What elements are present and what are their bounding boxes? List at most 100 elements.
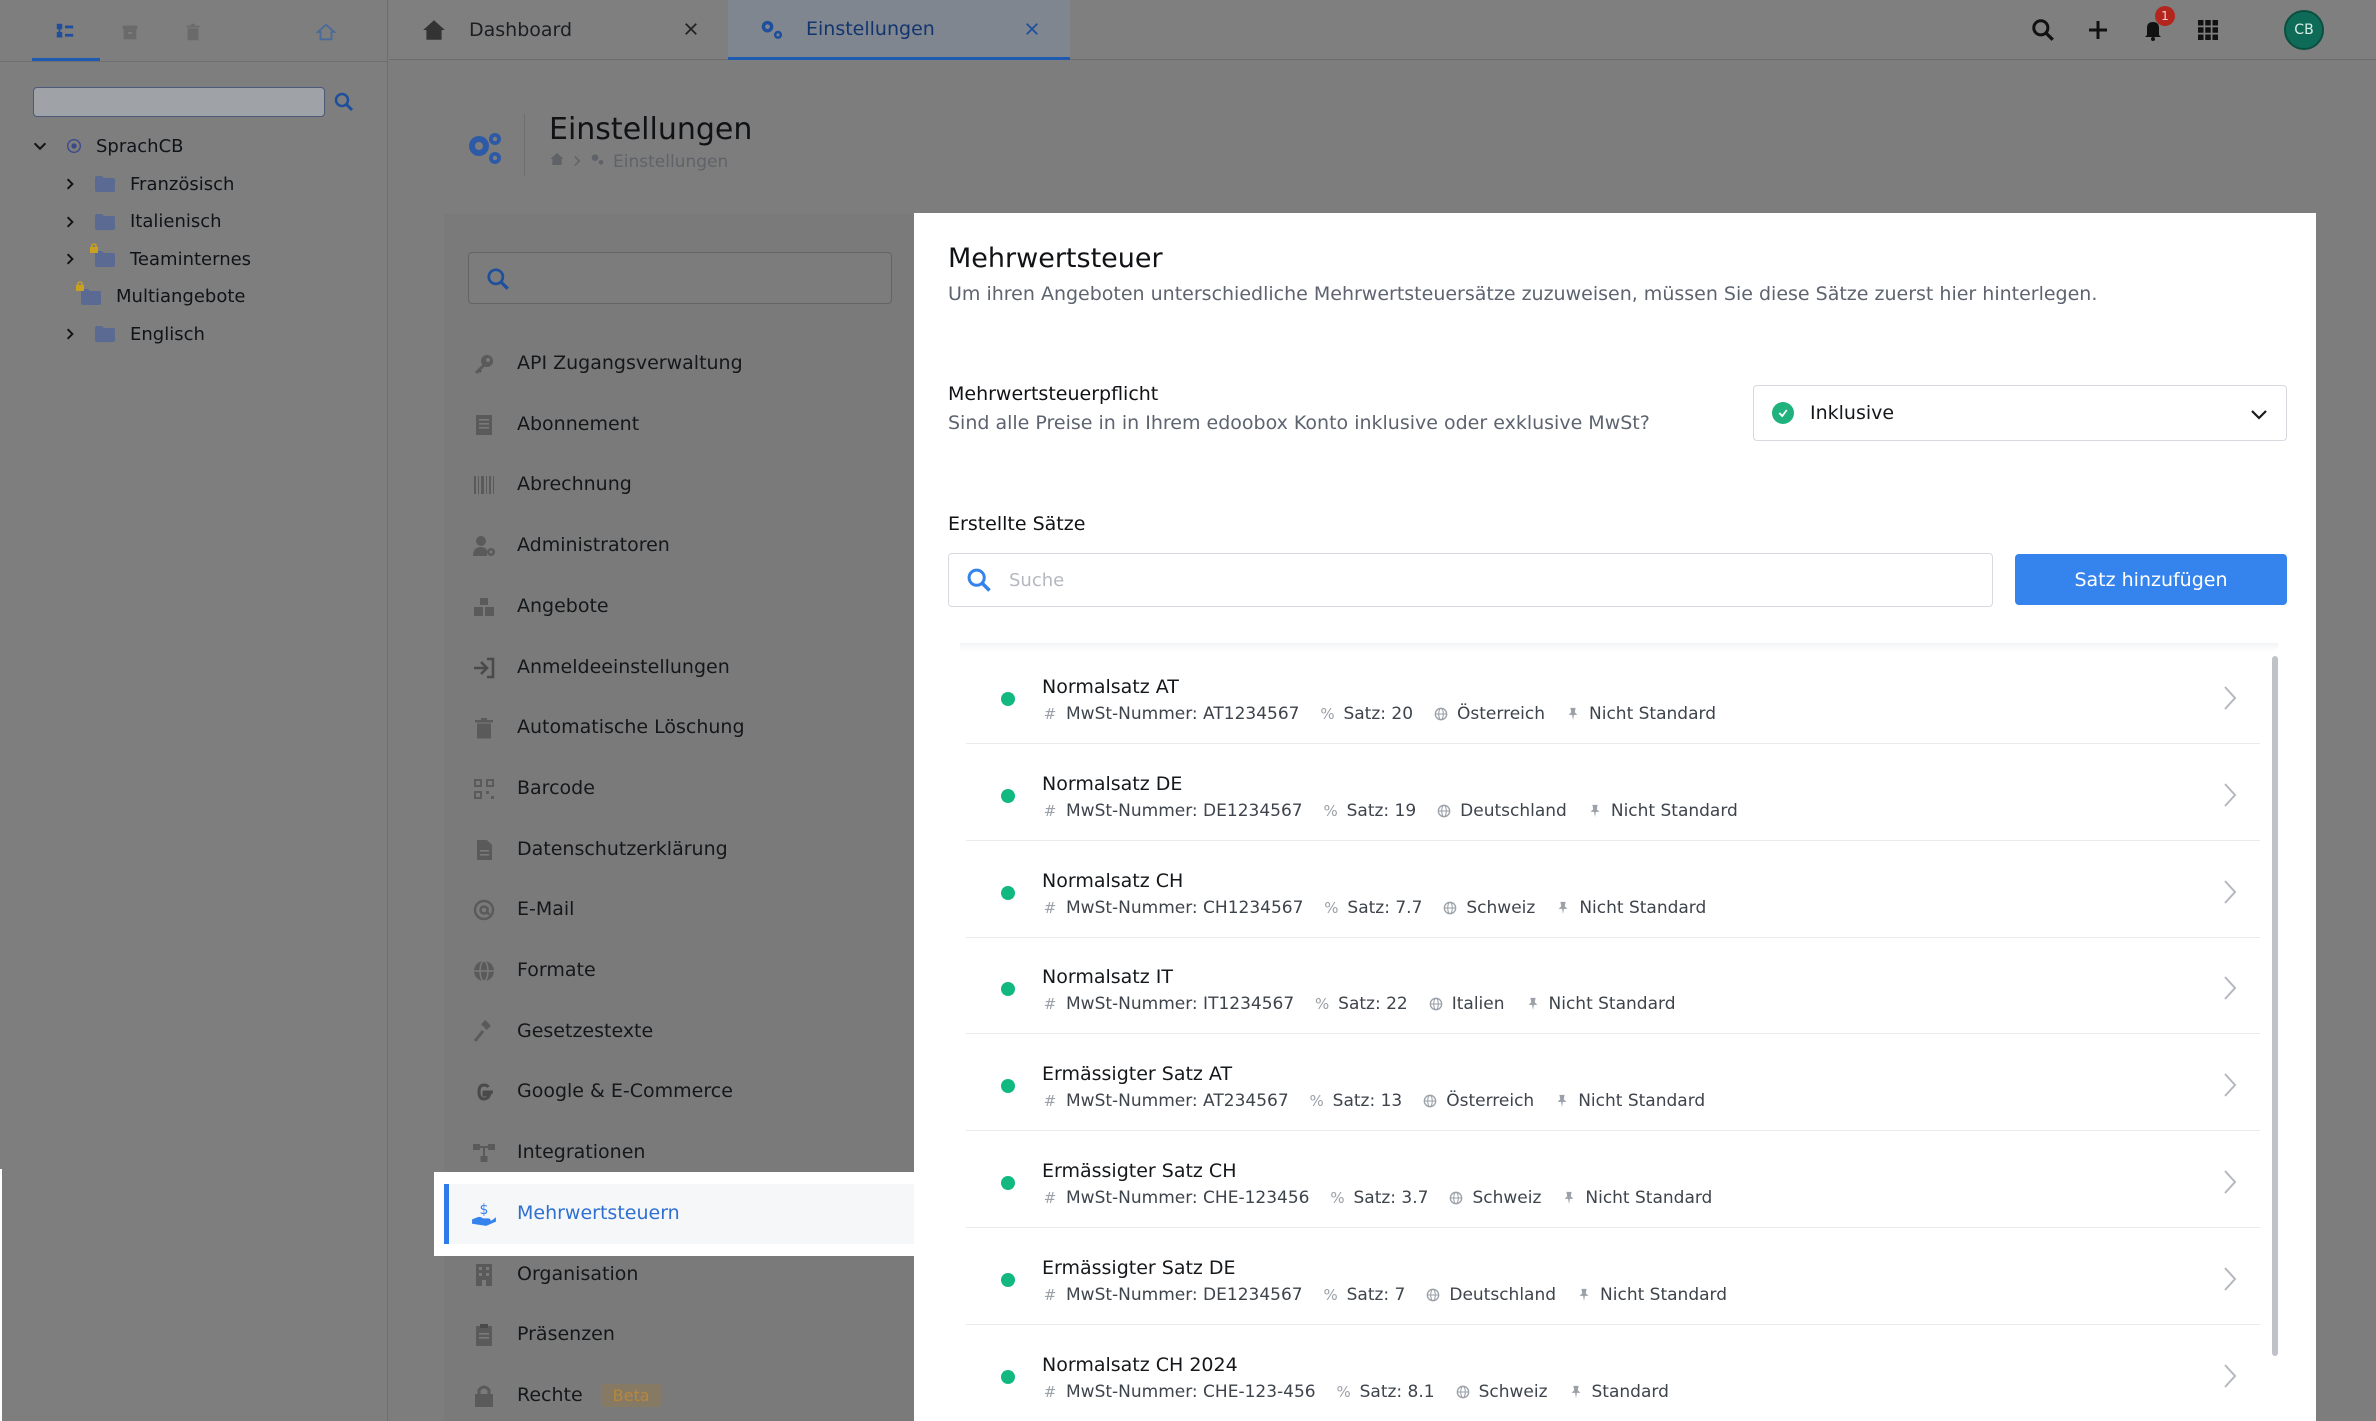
rate-standard: Nicht Standard	[1525, 994, 1676, 1015]
tree-item[interactable]: Französisch	[60, 168, 234, 200]
chevron-right-icon[interactable]	[2220, 1168, 2240, 1196]
rate-row[interactable]: Ermässigter Satz AT # MwSt-Nummer: AT23456…	[966, 1035, 2260, 1132]
google-icon	[470, 1078, 498, 1106]
nav-item[interactable]: Google & E-Commerce	[444, 1062, 914, 1122]
chevron-right-icon[interactable]	[60, 212, 80, 232]
gavel-icon	[470, 1018, 498, 1046]
nav-item-text: Formate	[517, 959, 596, 981]
tree-root[interactable]: SprachCB	[30, 130, 184, 162]
nav-item-text: API Zugangsverwaltung	[517, 352, 743, 374]
rates-search-input[interactable]	[1009, 569, 1909, 591]
chevron-down-icon[interactable]	[30, 136, 50, 156]
key-icon	[470, 350, 498, 378]
tree-item[interactable]: Teaminternes	[60, 243, 251, 275]
rate-row[interactable]: Normalsatz AT # MwSt-Nummer: AT1234567% Sat…	[966, 648, 2260, 744]
pin-icon	[1561, 1190, 1577, 1206]
panel-subtitle: Um ihren Angeboten unterschiedliche Mehr…	[948, 283, 2098, 305]
nav-item[interactable]: $ Mehrwertsteuern	[434, 1171, 914, 1256]
chevron-right-icon[interactable]	[2220, 1362, 2240, 1390]
chevron-right-icon[interactable]	[60, 174, 80, 194]
pin-icon	[1576, 1287, 1592, 1303]
rate-vat-text: MwSt-Nummer: CH1234567	[1066, 897, 1304, 918]
nav-item[interactable]: Organisation	[444, 1245, 914, 1305]
folder-icon	[76, 280, 102, 306]
nav-item-label: Google & E-Commerce	[517, 1080, 733, 1102]
nav-item[interactable]: Automatische Löschung	[444, 698, 914, 758]
chevron-right-icon[interactable]	[2220, 1265, 2240, 1293]
nav-item[interactable]: E-Mail	[444, 880, 914, 940]
apps-grid-icon[interactable]	[2190, 12, 2226, 48]
rate-row[interactable]: Normalsatz CH 2024 # MwSt-Nummer: CHE-123-…	[966, 1326, 2260, 1421]
trash-icon[interactable]	[175, 14, 211, 50]
nav-item-label: Abonnement	[517, 413, 639, 435]
tab-settings[interactable]: Einstellungen	[728, 0, 1070, 60]
list-scrollbar[interactable]	[2272, 656, 2278, 1356]
rate-meta: # MwSt-Nummer: DE1234567% Satz: 7 Deutschla…	[1042, 1285, 1747, 1305]
rate-country: Deutschland	[1425, 1285, 1556, 1305]
rate-row[interactable]: Normalsatz IT # MwSt-Nummer: IT1234567% Sat…	[966, 938, 2260, 1035]
close-icon[interactable]	[1020, 17, 1044, 41]
chevron-right-icon[interactable]	[2220, 974, 2240, 1002]
nav-item[interactable]: Anmeldeeinstellungen	[444, 638, 914, 698]
tree-item[interactable]: Englisch	[60, 318, 205, 350]
window-edge	[0, 1169, 2, 1421]
rate-value-text: Satz: 19	[1346, 800, 1417, 821]
rate-value: % Satz: 7.7	[1323, 898, 1422, 918]
home-icon[interactable]	[549, 151, 565, 172]
tax-obligation-label: Mehrwertsteuerpflicht	[948, 383, 1159, 405]
plus-icon[interactable]	[2080, 12, 2116, 48]
nav-item[interactable]: Administratoren	[444, 516, 914, 576]
nav-item[interactable]: Angebote	[444, 577, 914, 637]
rate-row[interactable]: Ermässigter Satz DE # MwSt-Nummer: DE12345…	[966, 1229, 2260, 1325]
nav-item-label: Administratoren	[517, 534, 670, 556]
percent-icon: %	[1315, 995, 1330, 1014]
nav-item[interactable]: Gesetzestexte	[444, 1002, 914, 1062]
rate-row[interactable]: Normalsatz CH # MwSt-Nummer: CH1234567% Sat…	[966, 842, 2260, 938]
chevron-right-icon[interactable]	[2220, 684, 2240, 712]
nav-item[interactable]: Datenschutzerklärung	[444, 820, 914, 880]
chevron-right-icon[interactable]	[2220, 781, 2240, 809]
nav-item-label: Präsenzen	[517, 1323, 615, 1345]
gears-icon	[589, 151, 605, 172]
chevron-right-icon[interactable]	[2220, 878, 2240, 906]
nav-search-input[interactable]	[468, 252, 892, 304]
home-network-icon[interactable]	[308, 14, 344, 50]
nav-item-label: Anmeldeeinstellungen	[517, 656, 730, 678]
nav-item[interactable]: Rechte Beta	[444, 1366, 914, 1421]
tree-search-input[interactable]	[33, 87, 325, 117]
tree-item[interactable]: Multiangebote	[76, 280, 246, 313]
chevron-right-icon[interactable]	[60, 249, 80, 269]
nav-item-label: Automatische Löschung	[517, 716, 745, 738]
nav-item[interactable]: Abrechnung	[444, 455, 914, 515]
hash-icon: #	[1043, 1092, 1057, 1111]
close-icon[interactable]	[679, 17, 703, 41]
status-dot	[1001, 1176, 1015, 1190]
search-icon[interactable]	[332, 90, 356, 114]
rates-search-field[interactable]	[948, 553, 1993, 607]
rate-row[interactable]: Normalsatz DE # MwSt-Nummer: DE1234567% Sat…	[966, 745, 2260, 841]
nav-item[interactable]: Präsenzen	[444, 1305, 914, 1365]
breadcrumb-current[interactable]: Einstellungen	[613, 152, 728, 172]
chevron-right-icon[interactable]	[2220, 1071, 2240, 1099]
chevron-right-icon[interactable]	[60, 324, 80, 344]
bell-icon[interactable]: 1	[2135, 6, 2175, 48]
rate-row[interactable]: Ermässigter Satz CH # MwSt-Nummer: CHE-123…	[966, 1132, 2260, 1228]
rate-country-text: Schweiz	[1472, 1188, 1542, 1208]
archive-icon[interactable]	[112, 14, 148, 50]
tree-item[interactable]: Italienisch	[60, 206, 222, 238]
nav-item[interactable]: API Zugangsverwaltung	[444, 334, 914, 394]
percent-icon: %	[1324, 898, 1339, 917]
status-dot	[1001, 1369, 1015, 1384]
nav-item[interactable]: Barcode	[444, 759, 914, 819]
search-icon[interactable]	[2025, 12, 2061, 48]
tree-view-icon[interactable]	[47, 14, 83, 50]
avatar[interactable]: CB	[2284, 10, 2324, 50]
tab-dashboard[interactable]: Dashboard	[389, 0, 729, 60]
tax-obligation-select[interactable]: Inklusive	[1753, 385, 2287, 441]
rate-standard-text: Nicht Standard	[1548, 994, 1676, 1015]
nav-item[interactable]: Formate	[444, 941, 914, 1001]
add-rate-button[interactable]: Satz hinzufügen	[2015, 554, 2287, 605]
rate-country: Deutschland	[1436, 801, 1567, 821]
nav-item[interactable]: Abonnement	[444, 395, 914, 455]
rate-vat-text: MwSt-Nummer: IT1234567	[1066, 994, 1295, 1015]
